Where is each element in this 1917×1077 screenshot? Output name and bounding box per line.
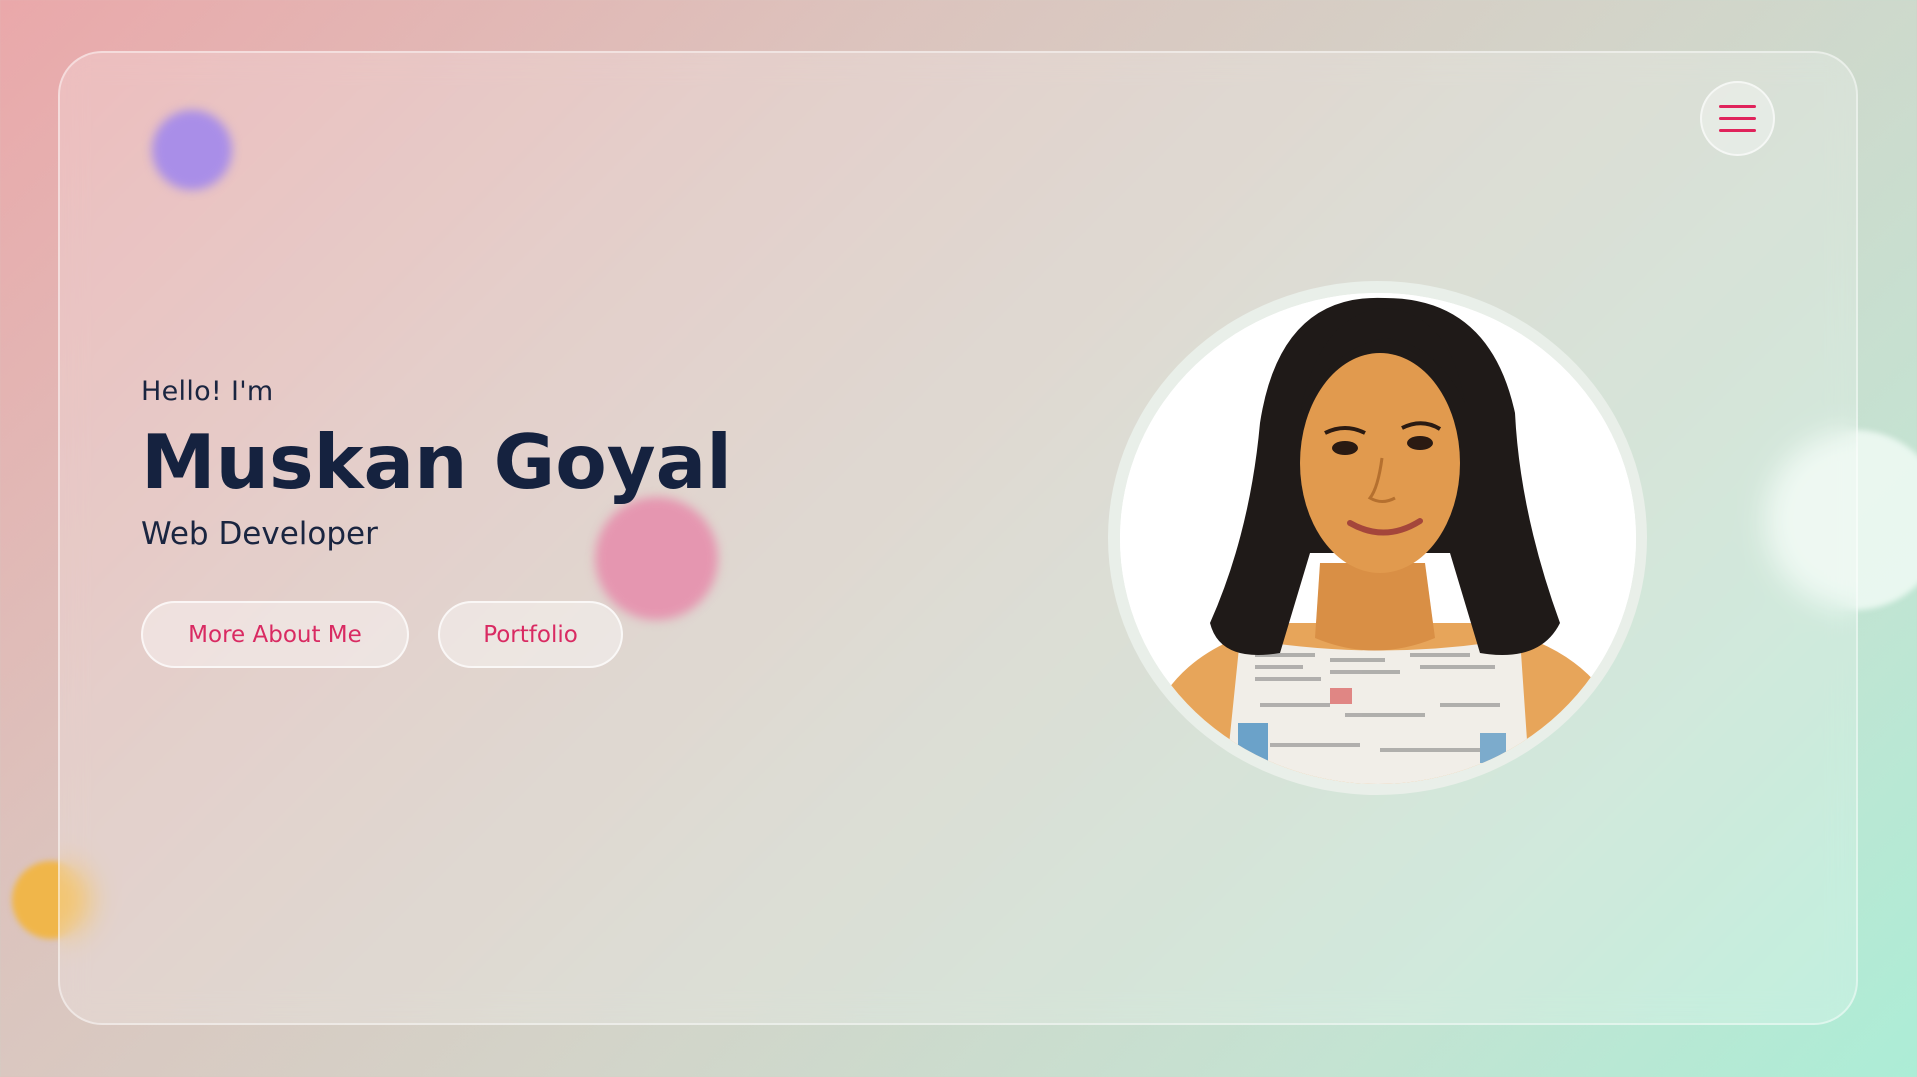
decorative-purple-blob bbox=[152, 110, 232, 190]
more-about-me-button[interactable]: More About Me bbox=[141, 601, 409, 668]
menu-button[interactable] bbox=[1700, 81, 1775, 156]
hamburger-menu-icon-middle bbox=[1719, 117, 1756, 120]
profile-portrait-illustration bbox=[1119, 292, 1636, 784]
profile-photo-frame bbox=[1108, 281, 1647, 795]
hero-role: Web Developer bbox=[141, 516, 378, 552]
hero-actions: More About Me Portfolio bbox=[141, 601, 732, 668]
hero-name: Muskan Goyal bbox=[141, 418, 732, 506]
portfolio-button[interactable]: Portfolio bbox=[438, 601, 623, 668]
hero-intro: Hello! I'm Muskan Goyal Web Developer Mo… bbox=[141, 372, 732, 668]
hamburger-menu-icon-bottom bbox=[1719, 129, 1756, 132]
hamburger-menu-icon bbox=[1719, 105, 1756, 108]
profile-photo bbox=[1119, 292, 1636, 784]
greeting-text: Hello! I'm bbox=[141, 376, 274, 407]
